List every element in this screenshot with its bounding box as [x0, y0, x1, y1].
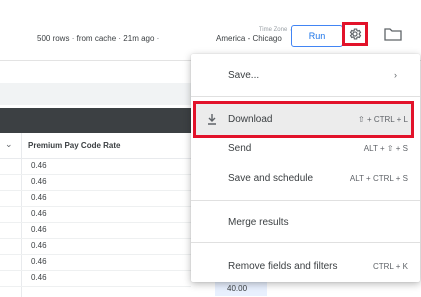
table-rows: 0.46 0.46 0.46 0.46 0.46 0.46 0.46 0.46: [0, 159, 191, 287]
table-cell-peek: 40.00: [215, 282, 267, 296]
table-cell: 0.46: [31, 225, 47, 234]
status-text: 500 rows · from cache · 21m ago ·: [37, 34, 160, 43]
rows-count: 500 rows: [37, 34, 70, 43]
cache-status: from cache: [76, 34, 117, 43]
menu-item-label: Send: [228, 143, 252, 154]
menu-item-label: Save...: [228, 70, 260, 81]
table-header-band: [0, 108, 191, 133]
table-cell: 0.46: [31, 161, 47, 170]
run-button[interactable]: Run: [291, 25, 343, 47]
table-row: 0.46: [0, 159, 191, 175]
gear-icon: [349, 28, 362, 40]
table-row: 0.46: [0, 175, 191, 191]
folder-icon[interactable]: [384, 27, 402, 41]
column-header-premium-pay-code-rate[interactable]: Premium Pay Code Rate: [28, 141, 120, 150]
table-row: 0.46: [0, 191, 191, 207]
top-toolbar: 500 rows · from cache · 21m ago · Time Z…: [0, 0, 421, 61]
chevron-right-icon: ›: [394, 70, 397, 80]
table-row: 0.46: [0, 239, 191, 255]
table-row: 0.46: [0, 271, 191, 287]
table-cell: 0.46: [31, 193, 47, 202]
column-header-row: ⌄ Premium Pay Code Rate: [0, 133, 191, 159]
table-cell: 0.46: [31, 257, 47, 266]
table-row: 0.46: [0, 207, 191, 223]
menu-divider: [191, 96, 420, 97]
menu-item-shortcut: ⇧ + CTRL + L: [358, 115, 408, 124]
cache-age: 21m ago: [123, 34, 155, 43]
table-row: 0.46: [0, 255, 191, 271]
menu-item-shortcut: CTRL + K: [372, 262, 408, 271]
table-cell: 0.46: [31, 177, 47, 186]
menu-item-label: Merge results: [228, 217, 289, 228]
timezone-value[interactable]: America - Chicago: [216, 34, 282, 43]
menu-divider: [191, 200, 420, 201]
chevron-down-icon[interactable]: ⌄: [5, 139, 13, 150]
table-cell: 0.46: [31, 241, 47, 250]
menu-item-label: Remove fields and filters: [228, 261, 338, 272]
menu-item-label: Download: [228, 114, 273, 125]
menu-item-shortcut: ALT + ⇧ + S: [363, 144, 408, 153]
menu-divider: [191, 242, 420, 243]
table-cell: 0.46: [31, 273, 47, 282]
table-cell: 0.46: [31, 209, 47, 218]
menu-item-shortcut: ALT + CTRL + S: [349, 174, 408, 183]
download-icon: [208, 114, 216, 125]
menu-item-label: Save and schedule: [228, 173, 314, 184]
table-row: 0.46: [0, 223, 191, 239]
gear-dropdown-menu: [191, 54, 420, 282]
settings-button[interactable]: [342, 22, 368, 46]
table-toolbar-band: [0, 83, 191, 105]
timezone-label[interactable]: Time Zone ⌄: [244, 26, 294, 33]
